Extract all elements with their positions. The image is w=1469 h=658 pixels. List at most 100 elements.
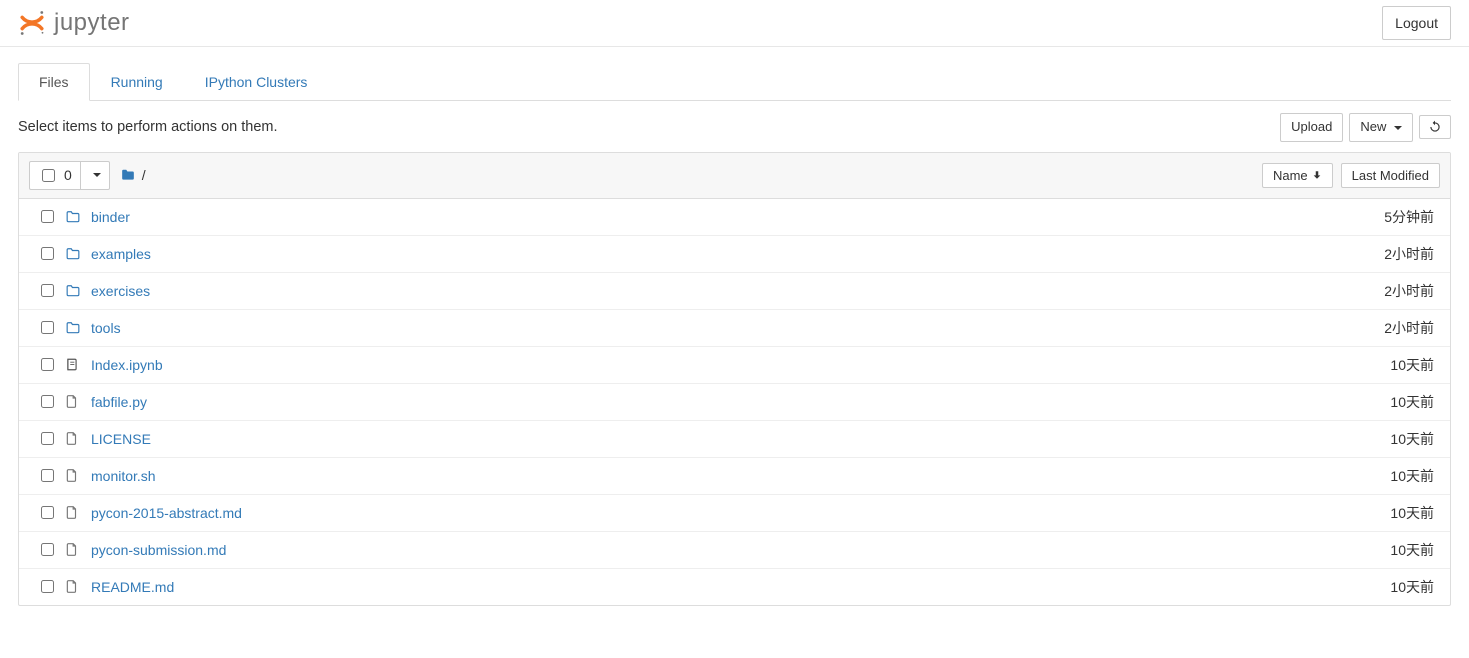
row-name-cell: LICENSE: [87, 431, 1280, 447]
row-type-icon: [65, 431, 87, 446]
action-row: Select items to perform actions on them.…: [18, 101, 1451, 152]
file-list-header: 0 / Name: [19, 153, 1450, 199]
file-icon: [65, 505, 79, 520]
folder-icon: [65, 284, 81, 298]
file-row: examples 2小时前: [19, 235, 1450, 272]
file-row: pycon-submission.md 10天前: [19, 531, 1450, 568]
upload-button[interactable]: Upload: [1280, 113, 1343, 142]
row-checkbox-cell: [29, 429, 65, 448]
breadcrumb: /: [120, 167, 146, 183]
file-row: fabfile.py 10天前: [19, 383, 1450, 420]
row-name-cell: README.md: [87, 579, 1280, 595]
row-checkbox-cell: [29, 577, 65, 596]
row-modified: 10天前: [1280, 392, 1440, 412]
row-name-cell: pycon-2015-abstract.md: [87, 505, 1280, 521]
row-name-cell: pycon-submission.md: [87, 542, 1280, 558]
row-checkbox[interactable]: [41, 543, 54, 556]
row-type-icon: [65, 542, 87, 557]
file-row: pycon-2015-abstract.md10天前: [19, 494, 1450, 531]
new-dropdown-button[interactable]: New: [1349, 113, 1413, 142]
row-type-icon: [65, 321, 87, 335]
item-link[interactable]: LICENSE: [91, 431, 151, 447]
row-name-cell: Index.ipynb: [87, 357, 1280, 373]
jupyter-logo-icon: [18, 9, 46, 37]
selected-count: 0: [64, 167, 72, 183]
file-row: binder5分钟前: [19, 199, 1450, 235]
sort-by-name-button[interactable]: Name: [1262, 163, 1333, 188]
chevron-down-icon: [93, 173, 101, 177]
row-modified: 10天前: [1280, 355, 1440, 375]
breadcrumb-root: /: [142, 167, 146, 183]
refresh-button[interactable]: [1419, 115, 1451, 139]
row-modified: 10天前: [1280, 466, 1440, 486]
row-checkbox[interactable]: [41, 580, 54, 593]
item-link[interactable]: pycon-submission.md: [91, 542, 226, 558]
item-link[interactable]: tools: [91, 320, 121, 336]
select-all-checkbox[interactable]: 0: [30, 162, 80, 189]
jupyter-logo-text: jupyter: [54, 9, 130, 37]
item-link[interactable]: README.md: [91, 579, 174, 595]
row-modified: 10天前: [1280, 540, 1440, 560]
file-row: monitor.sh 10天前: [19, 457, 1450, 494]
name-col-label: Name: [1273, 168, 1308, 183]
select-all-input[interactable]: [42, 169, 55, 182]
item-link[interactable]: fabfile.py: [91, 394, 147, 410]
file-row: tools 2小时前: [19, 309, 1450, 346]
folder-icon: [65, 247, 81, 261]
row-checkbox-cell: [29, 540, 65, 559]
row-modified: 2小时前: [1280, 244, 1440, 264]
file-rows: binder5分钟前examples2小时前exercises2小时前tools…: [19, 199, 1450, 605]
row-modified: 2小时前: [1280, 318, 1440, 338]
row-type-icon: [65, 210, 87, 224]
row-checkbox-cell: [29, 503, 65, 522]
row-type-icon: [65, 468, 87, 483]
file-icon: [65, 542, 79, 557]
main-tabs: Files Running IPython Clusters: [18, 63, 1451, 101]
refresh-icon: [1428, 120, 1442, 134]
row-checkbox-cell: [29, 466, 65, 485]
selection-hint: Select items to perform actions on them.: [18, 119, 278, 135]
item-link[interactable]: monitor.sh: [91, 468, 156, 484]
row-checkbox[interactable]: [41, 395, 54, 408]
tab-files[interactable]: Files: [18, 63, 90, 101]
row-checkbox[interactable]: [41, 358, 54, 371]
file-icon: [65, 468, 79, 483]
tab-clusters[interactable]: IPython Clusters: [184, 63, 329, 101]
row-type-icon: [65, 394, 87, 409]
row-checkbox-cell: [29, 392, 65, 411]
logout-button[interactable]: Logout: [1382, 6, 1451, 40]
row-type-icon: [65, 357, 87, 372]
item-link[interactable]: pycon-2015-abstract.md: [91, 505, 242, 521]
row-name-cell: monitor.sh: [87, 468, 1280, 484]
row-checkbox[interactable]: [41, 321, 54, 334]
file-icon: [65, 431, 79, 446]
row-checkbox[interactable]: [41, 284, 54, 297]
file-row: exercises2小时前: [19, 272, 1450, 309]
file-list: 0 / Name: [18, 152, 1451, 606]
row-name-cell: exercises: [87, 283, 1280, 299]
row-checkbox[interactable]: [41, 506, 54, 519]
file-row: LICENSE 10天前: [19, 420, 1450, 457]
row-modified: 10天前: [1280, 577, 1440, 597]
jupyter-logo[interactable]: jupyter: [18, 9, 130, 37]
row-type-icon: [65, 284, 87, 298]
arrow-down-icon: [1312, 170, 1322, 180]
sort-by-modified-button[interactable]: Last Modified: [1341, 163, 1440, 188]
row-modified: 10天前: [1280, 429, 1440, 449]
item-link[interactable]: examples: [91, 246, 151, 262]
row-type-icon: [65, 505, 87, 520]
row-checkbox-cell: [29, 244, 65, 263]
folder-icon[interactable]: [120, 168, 136, 182]
row-checkbox[interactable]: [41, 247, 54, 260]
row-checkbox[interactable]: [41, 432, 54, 445]
item-link[interactable]: binder: [91, 209, 130, 225]
select-all-dropdown[interactable]: [80, 162, 109, 189]
tab-running[interactable]: Running: [90, 63, 184, 101]
row-checkbox-cell: [29, 355, 65, 374]
file-icon: [65, 394, 79, 409]
row-checkbox[interactable]: [41, 210, 54, 223]
row-type-icon: [65, 579, 87, 594]
item-link[interactable]: exercises: [91, 283, 150, 299]
row-checkbox[interactable]: [41, 469, 54, 482]
item-link[interactable]: Index.ipynb: [91, 357, 163, 373]
